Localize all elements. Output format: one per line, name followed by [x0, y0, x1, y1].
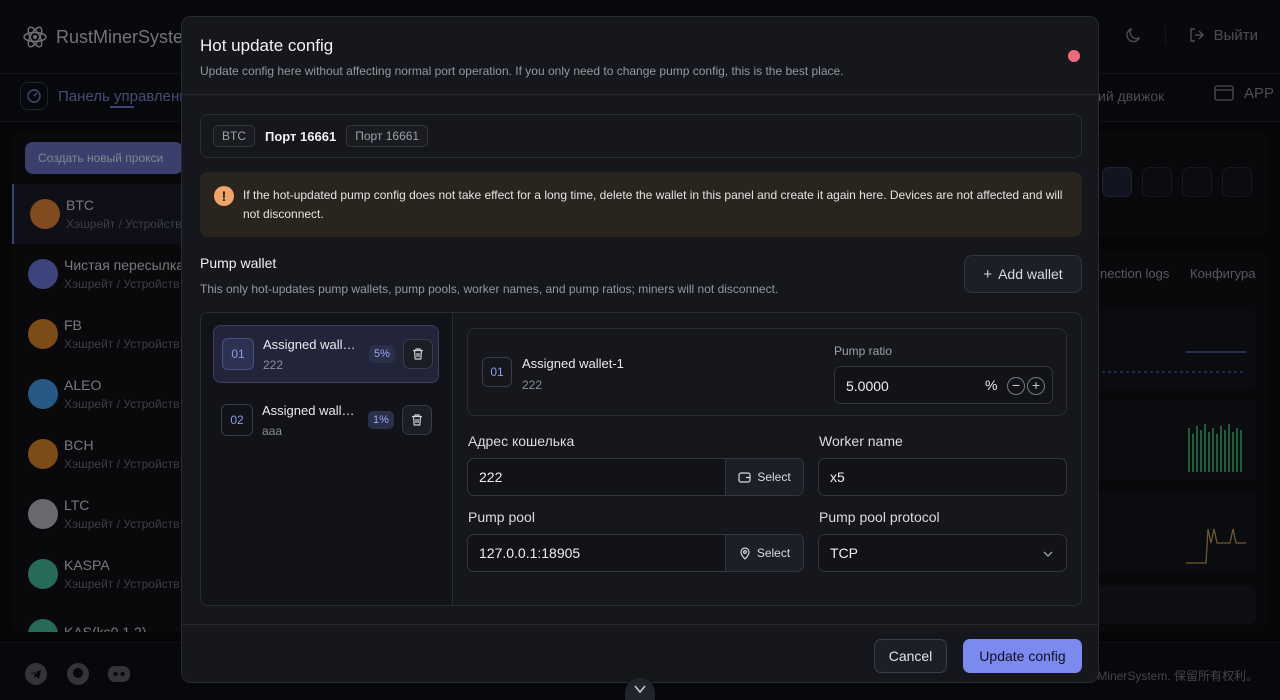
cancel-button[interactable]: Cancel — [874, 639, 947, 673]
wallet-address-value: 222 — [479, 469, 503, 485]
wallet-name: Assigned wallet-1 — [263, 336, 359, 352]
detail-wallet-name: Assigned wallet-1 — [522, 356, 624, 371]
delete-wallet-button[interactable] — [402, 339, 433, 369]
wallet-detail-card: 01 Assigned wallet-1 222 Pump ratio 5.00… — [467, 328, 1067, 416]
close-dot-button[interactable] — [1068, 50, 1080, 62]
warning-icon: ! — [214, 186, 234, 206]
wallet-number: 02 — [221, 404, 253, 436]
wallet-ratio-badge: 1% — [368, 411, 394, 429]
add-wallet-button[interactable]: + Add wallet — [964, 255, 1082, 293]
chevron-down-icon — [634, 685, 646, 694]
wallet-ratio-badge: 5% — [369, 345, 395, 363]
hot-update-config-dialog: Hot update config Update config here wit… — [181, 16, 1099, 683]
delete-wallet-button[interactable] — [401, 405, 432, 435]
pool-select-label: Select — [756, 546, 791, 560]
pump-pool-field[interactable]: 127.0.0.1:18905 Select — [467, 534, 804, 572]
plus-icon: + — [983, 265, 993, 283]
pump-wallet-title: Pump wallet — [200, 255, 277, 271]
location-pin-icon — [740, 546, 750, 560]
pump-pool-value: 127.0.0.1:18905 — [479, 545, 581, 561]
pump-wallet-subtitle: This only hot-updates pump wallets, pump… — [200, 282, 779, 296]
wallet-icon — [738, 472, 751, 483]
add-wallet-label: Add wallet — [998, 266, 1063, 282]
wallet-value: aaa — [262, 423, 283, 438]
pump-pool-protocol-label: Pump pool protocol — [819, 509, 940, 525]
port-info-bar: BTC Порт 16661 Порт 16661 — [200, 114, 1082, 158]
decrement-button[interactable]: − — [1007, 377, 1025, 395]
increment-button[interactable]: + — [1027, 377, 1045, 395]
warning-alert: ! If the hot-updated pump config does no… — [200, 172, 1082, 237]
trash-icon — [411, 414, 422, 426]
wallet-number: 01 — [222, 338, 254, 370]
port-label: Порт 16661 — [265, 128, 337, 144]
warning-text: If the hot-updated pump config does not … — [243, 188, 1063, 221]
coin-chip: BTC — [213, 125, 255, 147]
pump-pool-label: Pump pool — [468, 509, 535, 525]
trash-icon — [412, 348, 423, 360]
wallet-list: 01 Assigned wallet-1 222 5% 02 Assigned … — [201, 313, 453, 605]
worker-name-value: x5 — [830, 469, 845, 485]
update-config-button[interactable]: Update config — [963, 639, 1082, 673]
wallet-list-item[interactable]: 02 Assigned wallet-2 aaa 1% — [213, 391, 439, 449]
wallet-editor: 01 Assigned wallet-1 222 5% 02 Assigned … — [200, 312, 1082, 606]
wallet-select-button[interactable]: Select — [725, 459, 803, 495]
pump-ratio-unit: % — [985, 377, 998, 393]
wallet-name: Assigned wallet-2 — [262, 402, 358, 418]
wallet-address-field[interactable]: 222 Select — [467, 458, 804, 496]
wallet-value: 222 — [263, 357, 284, 372]
dialog-header: Hot update config Update config here wit… — [182, 17, 1098, 95]
chevron-down-icon — [1043, 551, 1053, 557]
port-chip: Порт 16661 — [346, 125, 429, 147]
wallet-address-label: Адрес кошелька — [468, 433, 575, 449]
pool-select-button[interactable]: Select — [725, 535, 803, 571]
dialog-title: Hot update config — [200, 36, 334, 55]
pump-ratio-label: Pump ratio — [834, 344, 893, 358]
wallet-list-item[interactable]: 01 Assigned wallet-1 222 5% — [213, 325, 439, 383]
dialog-subtitle: Update config here without affecting nor… — [200, 64, 844, 78]
protocol-value: TCP — [830, 545, 858, 561]
dialog-footer: Cancel Update config — [182, 624, 1098, 682]
pump-ratio-value: 5.0000 — [846, 378, 889, 394]
scroll-down-button[interactable] — [625, 678, 655, 700]
detail-wallet-number: 01 — [482, 357, 512, 387]
detail-wallet-value: 222 — [522, 378, 543, 392]
worker-name-field[interactable]: x5 — [818, 458, 1067, 496]
pump-pool-protocol-select[interactable]: TCP — [818, 534, 1067, 572]
pump-ratio-input[interactable]: 5.0000 % − + — [834, 366, 1053, 404]
worker-name-label: Worker name — [819, 433, 903, 449]
wallet-select-label: Select — [757, 470, 791, 484]
